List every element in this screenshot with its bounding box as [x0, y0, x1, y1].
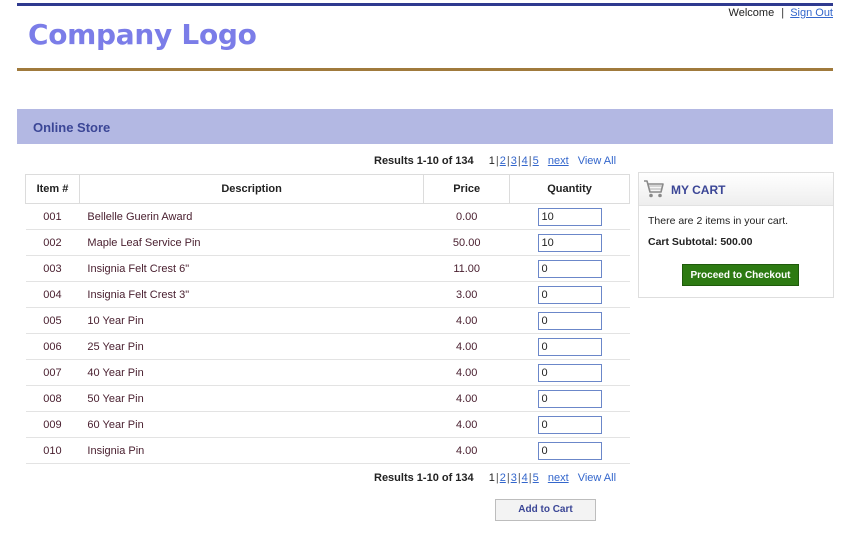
results-count: Results 1-10 of 134 — [374, 155, 474, 167]
cart-header: MY CART — [639, 173, 833, 206]
item-description: 60 Year Pin — [79, 411, 424, 438]
top-border — [17, 3, 833, 6]
item-description: Insignia Pin — [79, 437, 424, 464]
quantity-input[interactable] — [537, 233, 602, 252]
view-all-link[interactable]: View All — [578, 472, 616, 484]
quantity-input[interactable] — [537, 389, 602, 408]
shopping-cart-icon — [644, 180, 664, 198]
cart-subtotal: Cart Subtotal: 500.00 — [648, 236, 753, 248]
item-number: 006 — [25, 333, 80, 360]
results-count: Results 1-10 of 134 — [374, 472, 474, 484]
item-price: 4.00 — [423, 359, 510, 386]
item-price: 4.00 — [423, 385, 510, 412]
column-header-price: Price — [423, 174, 511, 204]
item-description: 25 Year Pin — [79, 333, 424, 360]
quantity-input[interactable] — [537, 337, 602, 356]
pager-top: Results 1-10 of 134 1|2|3|4|5 next View … — [374, 155, 617, 167]
item-description: Insignia Felt Crest 3" — [79, 281, 424, 308]
page-link-1[interactable]: 1 — [489, 472, 495, 484]
item-description: 40 Year Pin — [79, 359, 424, 386]
table-header-row: Item # Description Price Quantity — [25, 174, 630, 204]
sign-out-link[interactable]: Sign Out — [790, 7, 833, 19]
page-title: Online Store — [33, 120, 111, 135]
item-price: 4.00 — [423, 333, 510, 360]
quantity-input[interactable] — [537, 311, 602, 330]
item-number: 001 — [25, 203, 80, 230]
pager-bottom: Results 1-10 of 134 1|2|3|4|5 next View … — [374, 472, 617, 484]
column-header-description: Description — [78, 174, 425, 204]
add-to-cart-button[interactable]: Add to Cart — [495, 499, 596, 521]
cart-item-count: There are 2 items in your cart. — [648, 215, 789, 227]
item-number: 005 — [25, 307, 80, 334]
welcome-separator: | — [781, 7, 785, 19]
item-number: 004 — [25, 281, 80, 308]
next-page-link[interactable]: next — [548, 155, 569, 167]
next-page-link[interactable]: next — [548, 472, 569, 484]
table-row: 003 Insignia Felt Crest 6" 11.00 — [25, 255, 630, 282]
store-header-bar: Online Store — [17, 109, 833, 144]
welcome-bar: Welcome | Sign Out — [729, 7, 833, 19]
company-logo: Company Logo — [28, 18, 257, 51]
page-link-5[interactable]: 5 — [533, 155, 539, 167]
item-number: 010 — [25, 437, 80, 464]
table-row: 010 Insignia Pin 4.00 — [25, 437, 630, 464]
table-row: 008 50 Year Pin 4.00 — [25, 385, 630, 412]
page-link-2[interactable]: 2 — [500, 155, 506, 167]
page-link-2[interactable]: 2 — [500, 472, 506, 484]
table-row: 007 40 Year Pin 4.00 — [25, 359, 630, 386]
item-description: Insignia Felt Crest 6" — [79, 255, 424, 282]
page-link-3[interactable]: 3 — [511, 155, 517, 167]
table-row: 002 Maple Leaf Service Pin 50.00 — [25, 229, 630, 256]
item-description: Maple Leaf Service Pin — [79, 229, 424, 256]
item-price: 4.00 — [423, 437, 510, 464]
item-description: Bellelle Guerin Award — [79, 203, 424, 230]
item-price: 50.00 — [423, 229, 510, 256]
quantity-input[interactable] — [537, 441, 602, 460]
quantity-input[interactable] — [537, 207, 602, 226]
table-row: 009 60 Year Pin 4.00 — [25, 411, 630, 438]
cart-title: MY CART — [671, 183, 726, 197]
table-row: 001 Bellelle Guerin Award 0.00 — [25, 203, 630, 230]
item-number: 007 — [25, 359, 80, 386]
quantity-input[interactable] — [537, 363, 602, 382]
item-price: 4.00 — [423, 307, 510, 334]
item-price: 4.00 — [423, 411, 510, 438]
item-price: 11.00 — [423, 255, 510, 282]
item-price: 3.00 — [423, 281, 510, 308]
page-link-4[interactable]: 4 — [522, 472, 528, 484]
page-link-1[interactable]: 1 — [489, 155, 495, 167]
table-row: 004 Insignia Felt Crest 3" 3.00 — [25, 281, 630, 308]
page-link-4[interactable]: 4 — [522, 155, 528, 167]
table-row: 005 10 Year Pin 4.00 — [25, 307, 630, 334]
view-all-link[interactable]: View All — [578, 155, 616, 167]
my-cart-panel: MY CART There are 2 items in your cart. … — [638, 172, 834, 298]
items-table: Item # Description Price Quantity 001 Be… — [25, 174, 630, 464]
welcome-text: Welcome — [728, 7, 775, 19]
table-row: 006 25 Year Pin 4.00 — [25, 333, 630, 360]
proceed-to-checkout-button[interactable]: Proceed to Checkout — [682, 264, 799, 286]
column-header-quantity: Quantity — [509, 174, 630, 204]
item-price: 0.00 — [423, 203, 510, 230]
item-number: 002 — [25, 229, 80, 256]
item-description: 50 Year Pin — [79, 385, 424, 412]
header-divider — [17, 68, 833, 71]
quantity-input[interactable] — [537, 415, 602, 434]
item-description: 10 Year Pin — [79, 307, 424, 334]
column-header-item: Item # — [25, 174, 80, 204]
quantity-input[interactable] — [537, 259, 602, 278]
quantity-input[interactable] — [537, 285, 602, 304]
page-link-5[interactable]: 5 — [533, 472, 539, 484]
item-number: 009 — [25, 411, 80, 438]
item-number: 003 — [25, 255, 80, 282]
page-link-3[interactable]: 3 — [511, 472, 517, 484]
item-number: 008 — [25, 385, 80, 412]
